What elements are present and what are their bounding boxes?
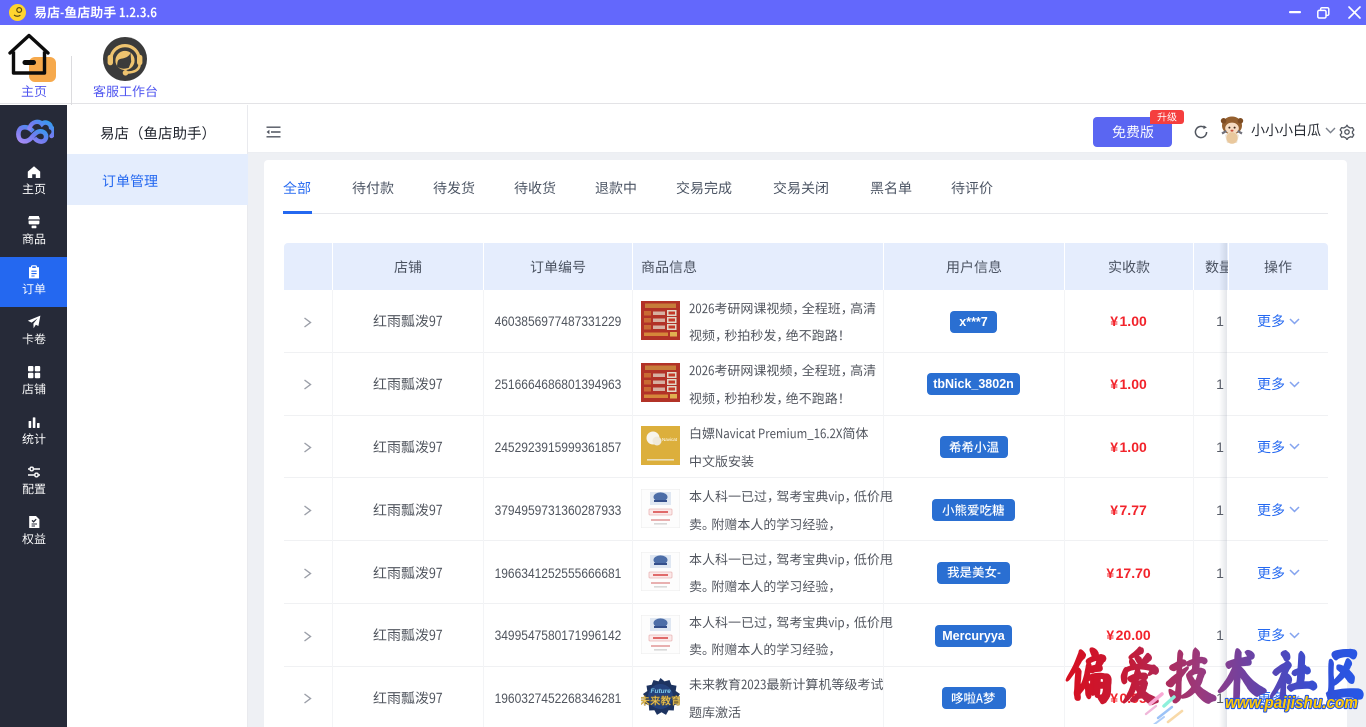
svg-text:Navicat: Navicat bbox=[662, 437, 678, 442]
svg-text:www.paijishu.com: www.paijishu.com bbox=[1225, 693, 1358, 712]
svg-text:Future: Future bbox=[651, 688, 672, 695]
